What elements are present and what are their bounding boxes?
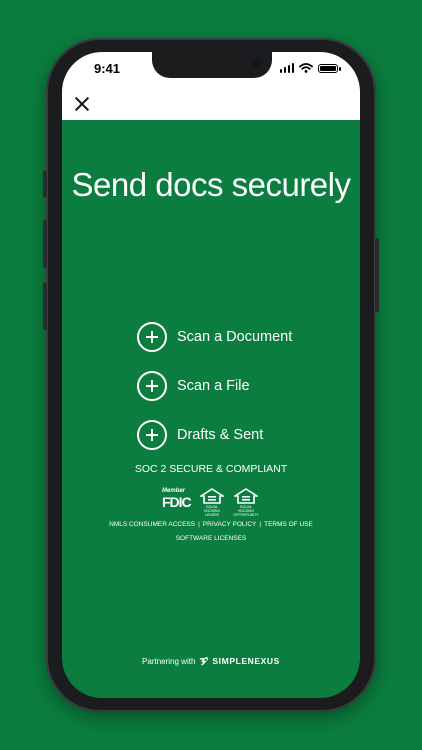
mute-switch	[43, 170, 47, 198]
fdic-text: FDIC	[162, 494, 192, 510]
scan-document-button[interactable]: Scan a Document	[137, 320, 292, 354]
page-title: Send docs securely	[71, 166, 352, 203]
privacy-policy-link[interactable]: PRIVACY POLICY	[203, 521, 257, 528]
volume-down-button	[43, 282, 47, 330]
separator: |	[259, 521, 262, 528]
equal-housing-icon	[234, 488, 258, 504]
scan-file-label: Scan a File	[177, 378, 250, 394]
equal-housing-opportunity-logo: EQUAL HOUSING OPPORTUNITY	[232, 488, 260, 517]
battery-icon	[318, 63, 341, 73]
status-time: 9:41	[94, 61, 121, 76]
header-bar: 9:41	[62, 52, 360, 120]
plus-circle-icon	[137, 371, 167, 401]
action-list: Scan a Document Scan a File Drafts & Sen…	[137, 320, 292, 467]
signal-icon	[279, 63, 294, 73]
drafts-sent-button[interactable]: Drafts & Sent	[137, 418, 292, 452]
plus-circle-icon	[137, 420, 167, 450]
compliance-text: SOC 2 SECURE & COMPLIANT	[134, 463, 288, 475]
plus-circle-icon	[137, 322, 167, 352]
camera-icon	[252, 58, 262, 68]
footer-links: NMLS CONSUMER ACCESS | PRIVACY POLICY | TERM…	[62, 521, 360, 528]
terms-of-use-link[interactable]: TERMS OF USE	[264, 521, 313, 528]
fdic-logo: Member FDIC	[162, 488, 192, 509]
simplenexus-logo-icon	[200, 656, 209, 666]
software-licenses-link[interactable]: SOFTWARE LICENSES	[62, 535, 360, 542]
drafts-sent-label: Drafts & Sent	[177, 427, 264, 443]
nmls-link[interactable]: NMLS CONSUMER ACCESS	[109, 521, 195, 528]
separator: |	[198, 521, 200, 528]
volume-up-button	[43, 220, 47, 268]
status-icons	[279, 63, 341, 73]
notch	[152, 52, 272, 78]
badge-row: Member FDIC EQUAL HOUSING LENDER EQUAL H…	[162, 488, 260, 517]
close-icon[interactable]	[74, 96, 90, 112]
app-screen: 9:41 Send docs securely Scan a Document …	[62, 52, 360, 698]
eho-text: EQUAL HOUSING OPPORTUNITY	[233, 505, 259, 517]
equal-housing-icon	[200, 488, 224, 504]
ehl-text: EQUAL HOUSING LENDER	[203, 505, 221, 517]
partner-brand: SIMPLENEXUS	[212, 656, 280, 666]
scan-document-label: Scan a Document	[177, 329, 293, 345]
partner-footer: Partnering with SIMPLENEXUS	[62, 656, 360, 666]
power-button	[375, 238, 379, 312]
partner-text: Partnering with	[142, 656, 196, 666]
scan-file-button[interactable]: Scan a File	[137, 369, 292, 403]
equal-housing-lender-logo: EQUAL HOUSING LENDER	[198, 488, 226, 517]
wifi-icon	[299, 63, 313, 73]
